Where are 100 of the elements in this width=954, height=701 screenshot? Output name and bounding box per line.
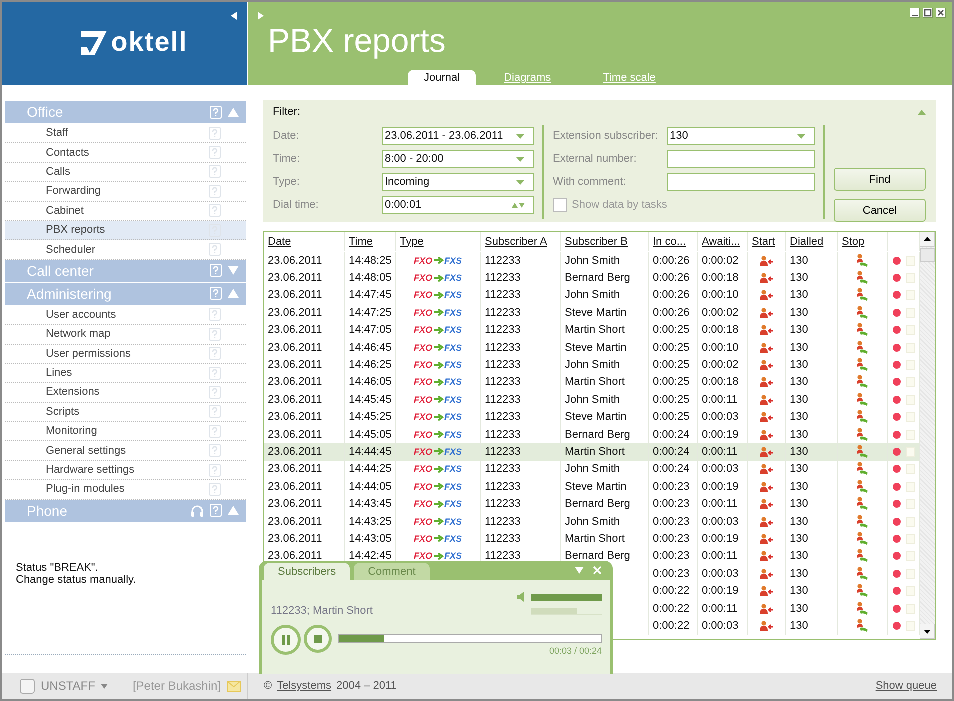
minimize-icon[interactable] bbox=[910, 8, 920, 18]
help-icon[interactable] bbox=[209, 146, 221, 160]
column-header[interactable]: Subscriber B bbox=[565, 236, 628, 248]
dropdown-field[interactable]: 130 bbox=[667, 127, 815, 145]
table-row[interactable]: 23.06.2011 14:44:45 FXO FXS 112233 Martin Short 0:00:24 0:00:11 130 bbox=[264, 443, 920, 461]
table-row[interactable]: 23.06.2011 14:45:25 FXO FXS 112233 Steve Martin 0:00:25 0:00:03 130 bbox=[264, 408, 920, 426]
note-icon[interactable] bbox=[906, 604, 914, 614]
help-icon[interactable] bbox=[209, 482, 221, 496]
person-arrow-icon[interactable] bbox=[760, 464, 774, 474]
note-icon[interactable] bbox=[906, 499, 914, 510]
note-icon[interactable] bbox=[906, 534, 914, 544]
input-field[interactable] bbox=[667, 173, 815, 191]
note-icon[interactable] bbox=[906, 256, 914, 266]
note-icon[interactable] bbox=[906, 325, 914, 336]
person-arrow-icon[interactable] bbox=[760, 534, 774, 544]
stop-button[interactable] bbox=[304, 625, 332, 653]
help-icon[interactable] bbox=[209, 308, 221, 322]
sidebar-item[interactable]: Staff bbox=[5, 124, 246, 144]
note-icon[interactable] bbox=[906, 342, 914, 353]
note-icon[interactable] bbox=[906, 620, 914, 631]
person-arrow-icon[interactable] bbox=[760, 360, 774, 370]
input-field[interactable] bbox=[667, 150, 815, 168]
sidebar-item[interactable]: Hardware settings bbox=[5, 460, 246, 480]
person-arrow-icon[interactable] bbox=[760, 446, 774, 457]
scrollbar-thumb[interactable] bbox=[920, 248, 935, 262]
close-icon[interactable] bbox=[936, 8, 946, 18]
collapse-triangle-icon[interactable] bbox=[228, 289, 239, 298]
person-phone-icon[interactable] bbox=[856, 532, 869, 546]
sidebar-item[interactable]: General settings bbox=[5, 441, 246, 461]
help-icon[interactable] bbox=[209, 204, 221, 218]
dropdown-arrow-icon[interactable] bbox=[516, 156, 525, 162]
help-icon[interactable] bbox=[209, 126, 221, 140]
person-phone-icon[interactable] bbox=[856, 618, 869, 633]
table-row[interactable]: 23.06.2011 14:48:25 FXO FXS 112233 John Smith 0:00:26 0:00:02 130 bbox=[264, 252, 920, 270]
table-row[interactable]: 23.06.2011 14:47:25 FXO FXS 112233 Steve Martin 0:00:26 0:00:02 130 bbox=[264, 304, 920, 322]
sidebar-item[interactable]: Monitoring bbox=[5, 422, 246, 442]
sidebar-item[interactable]: Calls bbox=[5, 162, 246, 182]
column-header[interactable]: Start bbox=[752, 236, 776, 248]
person-phone-icon[interactable] bbox=[856, 584, 869, 598]
column-header[interactable]: In co... bbox=[653, 236, 686, 248]
help-icon[interactable] bbox=[209, 424, 221, 438]
dropdown-arrow-icon[interactable] bbox=[516, 180, 525, 184]
spin-arrows-icon[interactable] bbox=[512, 202, 525, 208]
person-arrow-icon[interactable] bbox=[760, 499, 774, 510]
person-phone-icon[interactable] bbox=[856, 375, 869, 390]
note-icon[interactable] bbox=[906, 273, 914, 284]
dropdown-field[interactable]: Incoming bbox=[382, 173, 534, 191]
note-icon[interactable] bbox=[906, 430, 914, 440]
dropdown-icon[interactable] bbox=[575, 567, 584, 574]
note-icon[interactable] bbox=[906, 464, 914, 474]
sidebar-item[interactable]: Forwarding bbox=[5, 182, 246, 202]
expand-triangle-icon[interactable] bbox=[228, 266, 239, 276]
person-phone-icon[interactable] bbox=[856, 444, 869, 459]
person-phone-icon[interactable] bbox=[856, 254, 869, 268]
spinner-field[interactable]: 0:00:01 bbox=[382, 196, 534, 214]
person-arrow-icon[interactable] bbox=[760, 482, 774, 492]
person-arrow-icon[interactable] bbox=[760, 308, 774, 318]
person-phone-icon[interactable] bbox=[856, 306, 869, 320]
envelope-icon[interactable] bbox=[227, 680, 241, 692]
person-phone-icon[interactable] bbox=[856, 271, 869, 286]
table-row[interactable]: 23.06.2011 14:46:45 FXO FXS 112233 Steve Martin 0:00:25 0:00:10 130 bbox=[264, 338, 920, 356]
note-icon[interactable] bbox=[906, 482, 914, 492]
dropdown-field[interactable]: 8:00 - 20:00 bbox=[382, 150, 534, 168]
person-phone-icon[interactable] bbox=[856, 323, 869, 338]
note-icon[interactable] bbox=[906, 586, 914, 596]
person-phone-icon[interactable] bbox=[856, 428, 869, 442]
person-arrow-icon[interactable] bbox=[760, 273, 774, 284]
note-icon[interactable] bbox=[906, 290, 914, 300]
maximize-icon[interactable] bbox=[923, 8, 933, 18]
collapse-triangle-icon[interactable] bbox=[228, 108, 239, 116]
slider-level[interactable] bbox=[531, 608, 578, 614]
person-arrow-icon[interactable] bbox=[760, 430, 774, 440]
note-icon[interactable] bbox=[906, 394, 914, 405]
help-icon[interactable] bbox=[209, 165, 221, 178]
table-row[interactable]: 23.06.2011 14:44:25 FXO FXS 112233 John Smith 0:00:24 0:00:03 130 bbox=[264, 460, 920, 478]
table-row[interactable]: 23.06.2011 14:43:05 FXO FXS 112233 Martin Short 0:00:23 0:00:19 130 bbox=[264, 530, 920, 548]
help-icon[interactable] bbox=[209, 444, 221, 458]
person-phone-icon[interactable] bbox=[856, 549, 869, 564]
player-tab[interactable]: Subscribers bbox=[264, 563, 350, 580]
scroll-up-icon[interactable] bbox=[920, 232, 935, 247]
status-checkbox[interactable] bbox=[20, 678, 35, 694]
person-arrow-icon[interactable] bbox=[760, 325, 774, 336]
pause-button[interactable] bbox=[271, 625, 301, 655]
person-phone-icon[interactable] bbox=[856, 288, 869, 302]
person-arrow-icon[interactable] bbox=[760, 412, 774, 422]
note-icon[interactable] bbox=[906, 446, 914, 457]
person-arrow-icon[interactable] bbox=[760, 394, 774, 405]
headset-icon[interactable] bbox=[191, 504, 204, 517]
help-icon[interactable] bbox=[209, 405, 221, 418]
collapse-triangle-icon[interactable] bbox=[228, 506, 239, 516]
person-arrow-icon[interactable] bbox=[760, 620, 774, 631]
sidebar-item[interactable]: PBX reports bbox=[5, 220, 246, 240]
note-icon[interactable] bbox=[906, 551, 914, 562]
person-arrow-icon[interactable] bbox=[760, 586, 774, 596]
column-header[interactable]: Awaiti... bbox=[702, 236, 740, 248]
filter-button[interactable]: Find bbox=[834, 168, 926, 191]
person-arrow-icon[interactable] bbox=[760, 516, 774, 527]
table-row[interactable]: 23.06.2011 14:43:25 FXO FXS 112233 John Smith 0:00:23 0:00:03 130 bbox=[264, 512, 920, 530]
person-phone-icon[interactable] bbox=[856, 480, 869, 494]
dropdown-arrow-icon[interactable] bbox=[516, 134, 525, 138]
